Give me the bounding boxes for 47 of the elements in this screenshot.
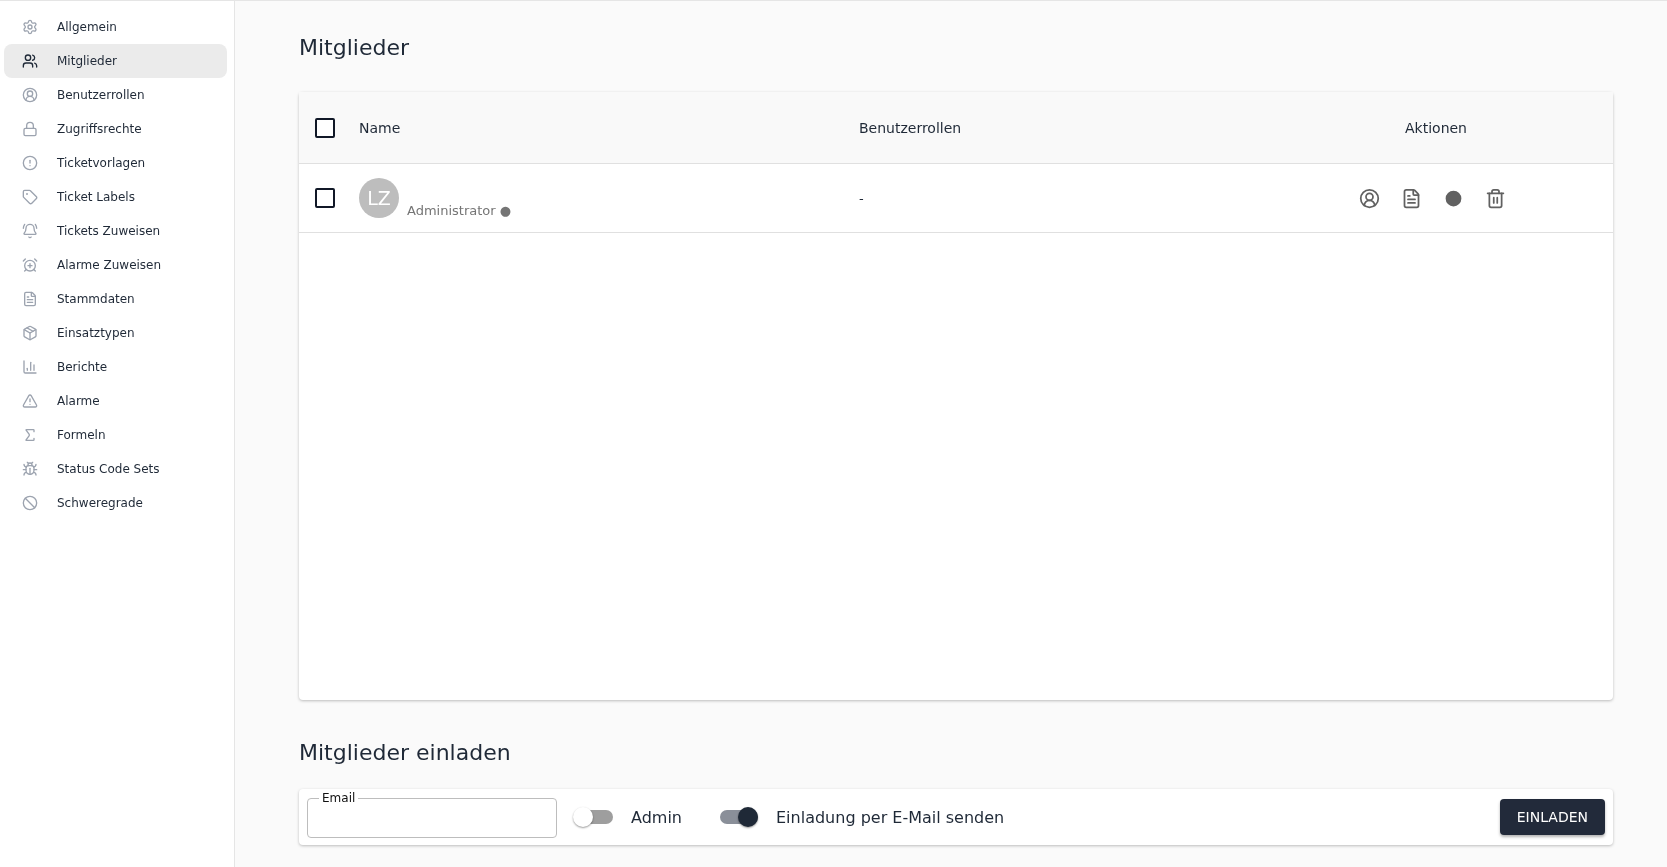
- sidebar-item[interactable]: Berichte: [4, 350, 227, 384]
- switch-label: Einladung per E-Mail senden: [776, 807, 1005, 827]
- sidebar-item[interactable]: Allgemein: [4, 10, 227, 44]
- column-header: Aktionen: [1405, 119, 1467, 136]
- tag-icon: [22, 189, 38, 205]
- row-checkbox[interactable]: [315, 188, 335, 208]
- sidebar-item[interactable]: Einsatztypen: [4, 316, 227, 350]
- column-header: Name: [359, 119, 401, 136]
- sidebar-item[interactable]: Alarme: [4, 384, 227, 418]
- box-icon: [22, 325, 38, 341]
- avatar: LZ: [359, 178, 399, 218]
- admin-switch[interactable]: [575, 810, 613, 824]
- sidebar-item[interactable]: Mitglieder: [4, 44, 227, 78]
- section-title: Mitglieder einladen: [299, 740, 512, 765]
- bar-chart-icon: [22, 359, 38, 375]
- sidebar-item[interactable]: Status Code Sets: [4, 452, 227, 486]
- email-field[interactable]: Email: [307, 790, 557, 838]
- lock-icon: [22, 121, 38, 137]
- sidebar-item[interactable]: Tickets Zuweisen: [4, 214, 227, 248]
- alarm-clock-icon: [22, 257, 38, 273]
- user-circle-icon: [22, 87, 38, 103]
- sidebar-item[interactable]: Benutzerrollen: [4, 78, 227, 112]
- invite-button[interactable]: EINLADEN: [1499, 799, 1605, 835]
- sidebar-item[interactable]: Stammdaten: [4, 282, 227, 316]
- gear-icon: [22, 19, 38, 35]
- page-title: Mitglieder: [299, 35, 410, 60]
- document-icon: [22, 291, 38, 307]
- sidebar-item[interactable]: Zugriffsrechte: [4, 112, 227, 146]
- warning-icon: [22, 393, 38, 409]
- people-icon: [22, 53, 38, 69]
- exclamation-circle-icon: [22, 155, 38, 171]
- select-all-checkbox[interactable]: [315, 117, 335, 138]
- column-header: Benutzerrollen: [859, 119, 962, 136]
- sidebar-item[interactable]: Ticketvorlagen: [4, 146, 227, 180]
- bug-icon: [22, 461, 38, 477]
- bell-icon: [22, 223, 38, 239]
- sigma-icon: [22, 427, 38, 443]
- sidebar-item[interactable]: Ticket Labels: [4, 180, 227, 214]
- ban-icon: [22, 495, 38, 511]
- table-cell: -: [859, 190, 864, 206]
- sidebar-item[interactable]: Schweregrade: [4, 486, 227, 520]
- switch-label: Admin: [631, 807, 682, 827]
- email-invite-switch[interactable]: [720, 810, 758, 824]
- sidebar-item[interactable]: Formeln: [4, 418, 227, 452]
- user-circle-button[interactable]: [1357, 186, 1381, 210]
- sidebar-item[interactable]: Alarme Zuweisen: [4, 248, 227, 282]
- member-role: Administrator ●: [407, 202, 512, 218]
